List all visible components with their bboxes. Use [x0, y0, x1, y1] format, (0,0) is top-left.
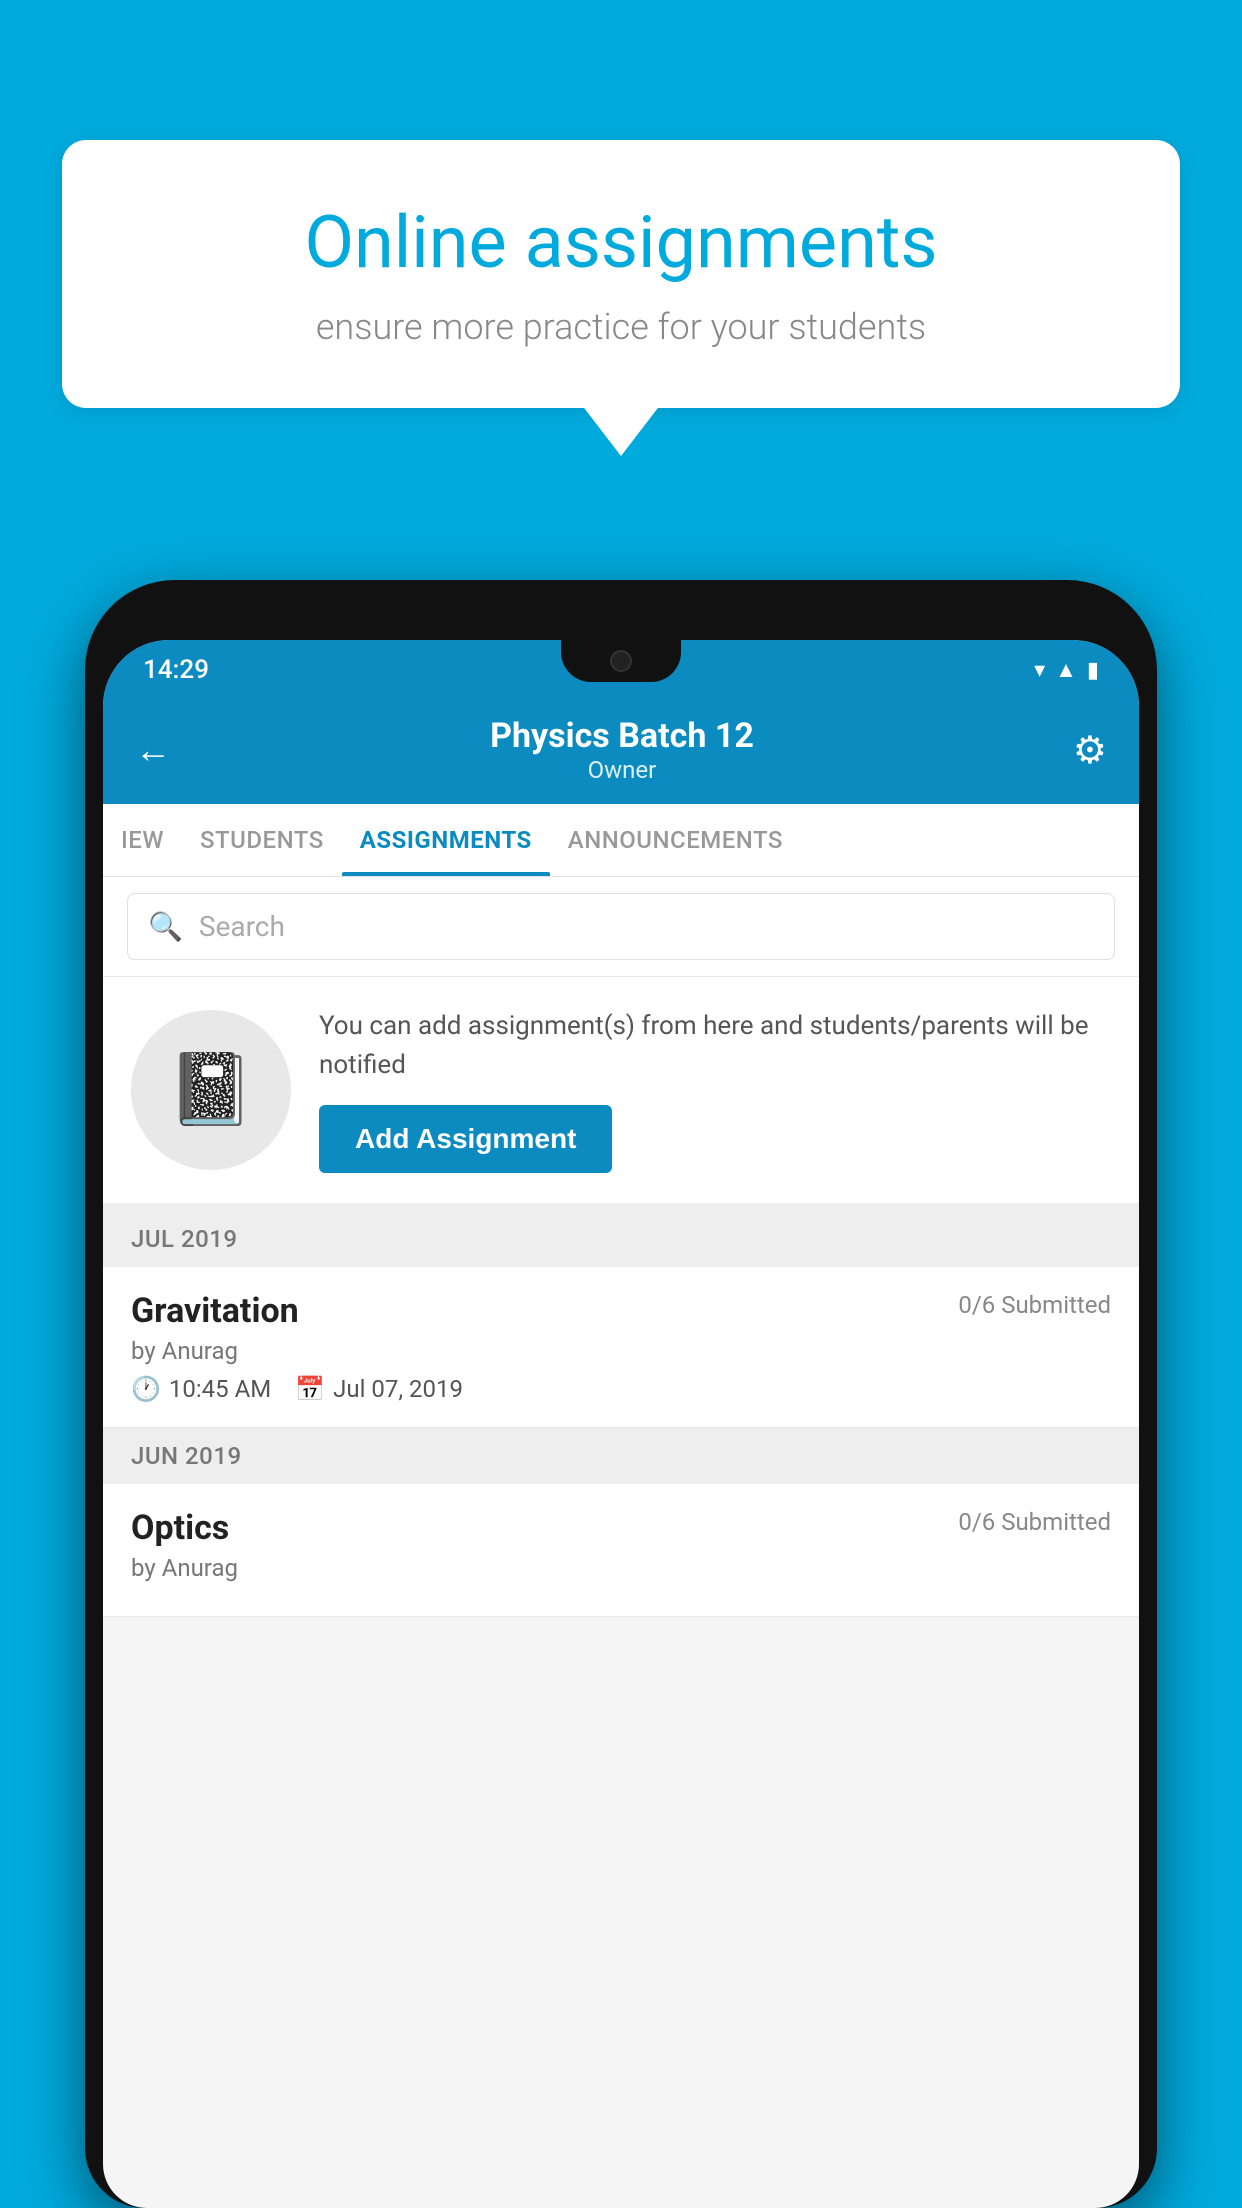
assignment-by-optics: by Anurag [131, 1554, 1111, 1582]
assignment-by-gravitation: by Anurag [131, 1337, 1111, 1365]
header-center: Physics Batch 12 Owner [171, 716, 1073, 784]
tab-review[interactable]: IEW [103, 804, 182, 876]
tab-assignments[interactable]: ASSIGNMENTS [342, 804, 550, 876]
front-camera [610, 650, 632, 672]
assignment-info: You can add assignment(s) from here and … [319, 1007, 1111, 1173]
battery-icon: ▮ [1087, 658, 1099, 683]
calendar-icon: 📅 [295, 1375, 325, 1403]
section-header-jul: JUL 2019 [103, 1211, 1139, 1267]
assignment-item-gravitation[interactable]: Gravitation 0/6 Submitted by Anurag 🕐 10… [103, 1267, 1139, 1428]
tab-announcements[interactable]: ANNOUNCEMENTS [550, 804, 801, 876]
assignment-item-optics[interactable]: Optics 0/6 Submitted by Anurag [103, 1484, 1139, 1617]
notebook-icon: 📓 [167, 1049, 254, 1131]
assignment-submitted-optics: 0/6 Submitted [958, 1508, 1111, 1536]
phone-frame: 14:29 ▾ ▲ ▮ ← Physics Batch 12 Owner ⚙ I… [85, 580, 1157, 2208]
search-bar[interactable]: 🔍 Search [127, 893, 1115, 960]
assignment-time-gravitation: 🕐 10:45 AM [131, 1375, 271, 1403]
phone-screen: 14:29 ▾ ▲ ▮ ← Physics Batch 12 Owner ⚙ I… [103, 640, 1139, 2208]
app-header: ← Physics Batch 12 Owner ⚙ [103, 700, 1139, 804]
signal-icon: ▲ [1055, 657, 1077, 683]
add-assignment-banner: 📓 You can add assignment(s) from here an… [103, 977, 1139, 1211]
assignment-submitted-gravitation: 0/6 Submitted [958, 1291, 1111, 1319]
add-assignment-button[interactable]: Add Assignment [319, 1105, 612, 1173]
search-icon: 🔍 [148, 910, 183, 943]
settings-icon[interactable]: ⚙ [1073, 728, 1107, 773]
clock-icon: 🕐 [131, 1375, 161, 1403]
assignment-meta-gravitation: 🕐 10:45 AM 📅 Jul 07, 2019 [131, 1375, 1111, 1403]
header-title: Physics Batch 12 [171, 716, 1073, 756]
section-header-jun: JUN 2019 [103, 1428, 1139, 1484]
assignment-info-text: You can add assignment(s) from here and … [319, 1007, 1111, 1085]
wifi-icon: ▾ [1034, 658, 1045, 683]
header-subtitle: Owner [171, 756, 1073, 784]
assignment-date-gravitation: 📅 Jul 07, 2019 [295, 1375, 463, 1403]
assignment-name-optics: Optics [131, 1508, 229, 1548]
assignment-name-gravitation: Gravitation [131, 1291, 299, 1331]
speech-bubble: Online assignments ensure more practice … [62, 140, 1180, 408]
status-time: 14:29 [143, 655, 209, 685]
assignment-row-top-optics: Optics 0/6 Submitted [131, 1508, 1111, 1548]
tab-students[interactable]: STUDENTS [182, 804, 342, 876]
back-button[interactable]: ← [135, 729, 171, 771]
assignment-row-top: Gravitation 0/6 Submitted [131, 1291, 1111, 1331]
phone-notch [561, 640, 681, 682]
tabs-bar: IEW STUDENTS ASSIGNMENTS ANNOUNCEMENTS [103, 804, 1139, 877]
speech-bubble-area: Online assignments ensure more practice … [62, 140, 1180, 408]
bubble-subtitle: ensure more practice for your students [132, 306, 1110, 348]
assignment-icon-circle: 📓 [131, 1010, 291, 1170]
bubble-title: Online assignments [132, 200, 1110, 286]
search-container: 🔍 Search [103, 877, 1139, 977]
search-placeholder: Search [199, 910, 285, 943]
status-icons: ▾ ▲ ▮ [1034, 657, 1099, 683]
